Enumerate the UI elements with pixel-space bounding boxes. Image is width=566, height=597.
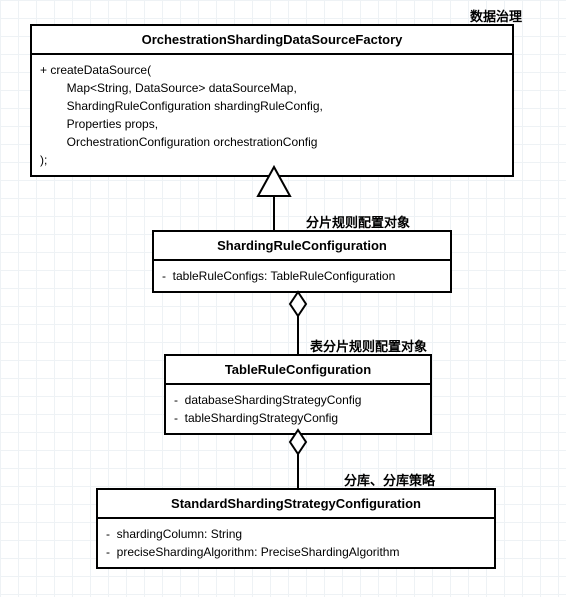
uml-class-standard-sharding-strategy: StandardShardingStrategyConfiguration - … [96, 488, 496, 569]
uml-attr-line: - preciseShardingAlgorithm: PreciseShard… [106, 543, 486, 561]
uml-class-title: StandardShardingStrategyConfiguration [98, 490, 494, 519]
annotation-sharding-strategy: 分库、分库策略 [344, 470, 435, 489]
uml-attr-line: - shardingColumn: String [106, 525, 486, 543]
uml-class-body: - shardingColumn: String - preciseShardi… [98, 519, 494, 567]
